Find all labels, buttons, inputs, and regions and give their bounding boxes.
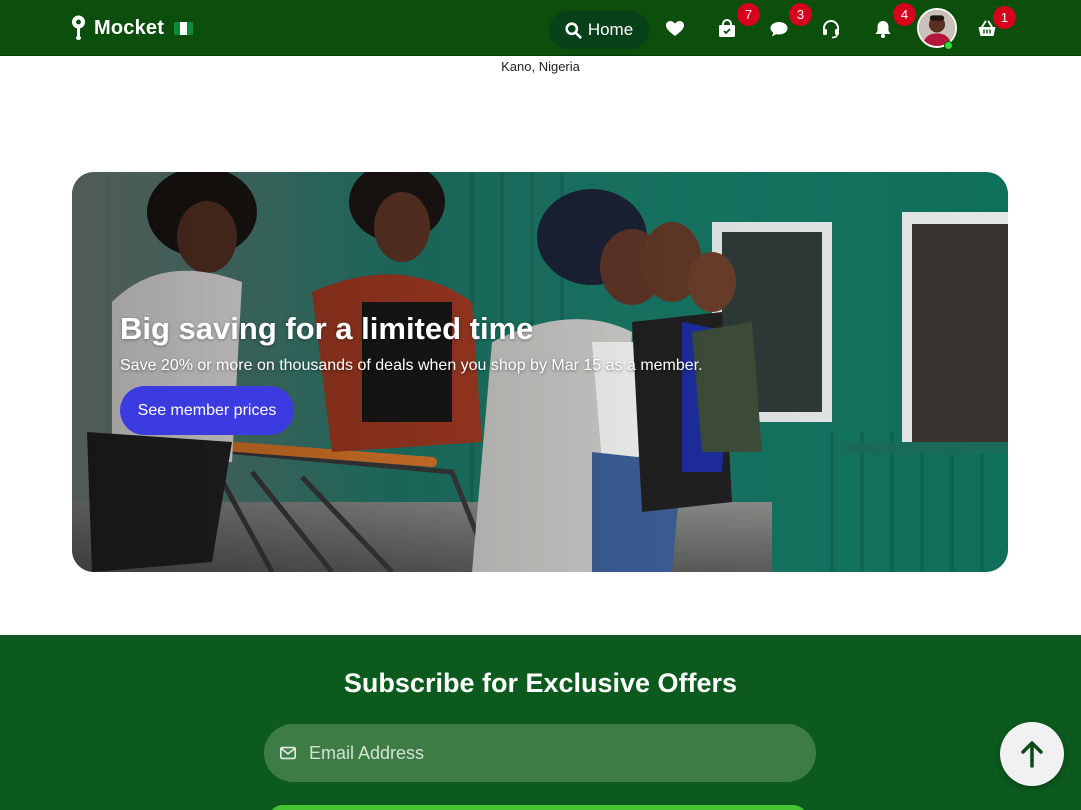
hero-banner: Big saving for a limited time Save 20% o…: [72, 172, 1008, 572]
email-input[interactable]: [309, 742, 789, 764]
subscribe-section: Subscribe for Exclusive Offers: [0, 635, 1081, 810]
subscribe-title: Subscribe for Exclusive Offers: [343, 668, 738, 698]
nigeria-flag-icon: [174, 21, 194, 35]
bell-icon: [875, 21, 891, 38]
support-button[interactable]: [821, 19, 841, 39]
envelope-icon: [279, 746, 297, 760]
heart-icon: [666, 21, 684, 36]
arrow-up-icon: [1021, 741, 1043, 768]
messages-button[interactable]: [769, 19, 789, 39]
online-status-dot: [944, 41, 953, 50]
brand-logo[interactable]: Mocket: [71, 15, 194, 41]
brand-name: Mocket: [94, 16, 165, 39]
email-field-wrapper[interactable]: [264, 724, 816, 782]
hero-subtitle: Save 20% or more on thousands of deals w…: [120, 357, 703, 374]
search-icon: [565, 21, 582, 39]
orders-button[interactable]: [717, 19, 737, 39]
shopping-bag-icon: [719, 19, 735, 37]
hero-title: Big saving for a limited time: [120, 311, 534, 346]
see-member-prices-button[interactable]: See member prices: [120, 386, 294, 435]
cart-badge: 1: [993, 6, 1016, 29]
orders-badge: 7: [737, 3, 760, 26]
location-text: Kano, Nigeria: [501, 59, 580, 74]
subscribe-button[interactable]: [268, 805, 808, 810]
chat-icon: [770, 22, 788, 37]
pin-icon: [72, 15, 85, 40]
home-label: Home: [587, 20, 634, 39]
wishlist-button[interactable]: [665, 19, 685, 39]
home-button[interactable]: Home: [549, 11, 649, 49]
notifications-button[interactable]: [873, 19, 893, 39]
messages-badge: 3: [789, 3, 812, 26]
notifications-badge: 4: [893, 3, 916, 26]
navbar: Mocket Home 7 3 4 1: [0, 0, 1081, 56]
support-headset-icon: [823, 20, 839, 39]
scroll-to-top-button[interactable]: [1000, 722, 1064, 786]
